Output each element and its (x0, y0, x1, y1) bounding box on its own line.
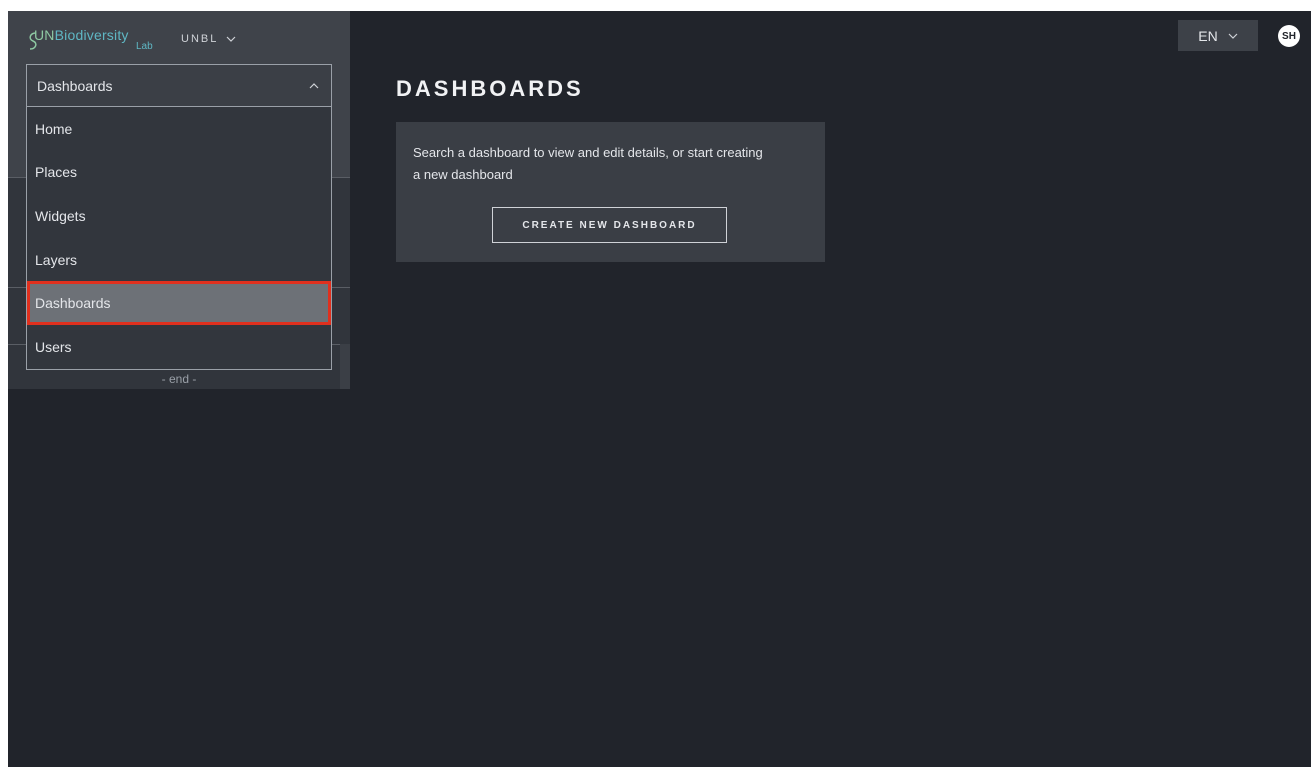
nav-item-dashboards[interactable]: Dashboards (27, 281, 331, 325)
language-selector[interactable]: EN (1178, 20, 1258, 51)
nav-item-label: Widgets (35, 207, 86, 224)
nav-item-label: Users (35, 338, 72, 355)
create-new-dashboard-button[interactable]: CREATE NEW DASHBOARD (492, 207, 727, 243)
unbl-logo[interactable]: UNBiodiversity Lab (26, 25, 156, 53)
nav-dropdown: Dashboards Home Places Widgets Layers Da… (26, 64, 332, 370)
nav-dropdown-menu: Home Places Widgets Layers Dashboards Us… (27, 107, 331, 369)
chevron-down-icon (226, 36, 236, 42)
language-label: EN (1198, 27, 1218, 44)
nav-item-label: Places (35, 164, 78, 181)
sidebar: UNBiodiversity Lab UNBL Dashboards Home … (8, 11, 350, 389)
user-avatar[interactable]: SH (1278, 25, 1300, 47)
environment-switcher[interactable]: UNBL (181, 33, 236, 45)
nav-item-label: Home (35, 120, 73, 137)
list-end-label: - end - (161, 372, 197, 386)
scrollbar[interactable] (340, 344, 350, 389)
logo-sub-text: Lab (136, 41, 153, 52)
nav-dropdown-selected: Dashboards (37, 77, 113, 94)
chevron-up-icon (309, 82, 319, 88)
nav-item-places[interactable]: Places (27, 151, 331, 195)
dashboard-intro-card: Search a dashboard to view and edit deta… (396, 122, 825, 262)
nav-dropdown-toggle[interactable]: Dashboards (27, 65, 331, 107)
intro-text: Search a dashboard to view and edit deta… (413, 145, 763, 182)
app-window: UNBiodiversity Lab UNBL Dashboards Home … (8, 11, 1311, 767)
nav-item-users[interactable]: Users (27, 325, 331, 369)
page-title: DASHBOARDS (396, 76, 584, 101)
logo-brand-text: UNBiodiversity (34, 27, 129, 43)
nav-item-widgets[interactable]: Widgets (27, 194, 331, 238)
chevron-down-icon (1228, 33, 1238, 39)
environment-label: UNBL (181, 33, 219, 45)
nav-item-layers[interactable]: Layers (27, 238, 331, 282)
nav-item-label: Dashboards (35, 295, 111, 312)
nav-item-home[interactable]: Home (27, 107, 331, 151)
nav-item-label: Layers (35, 251, 78, 268)
